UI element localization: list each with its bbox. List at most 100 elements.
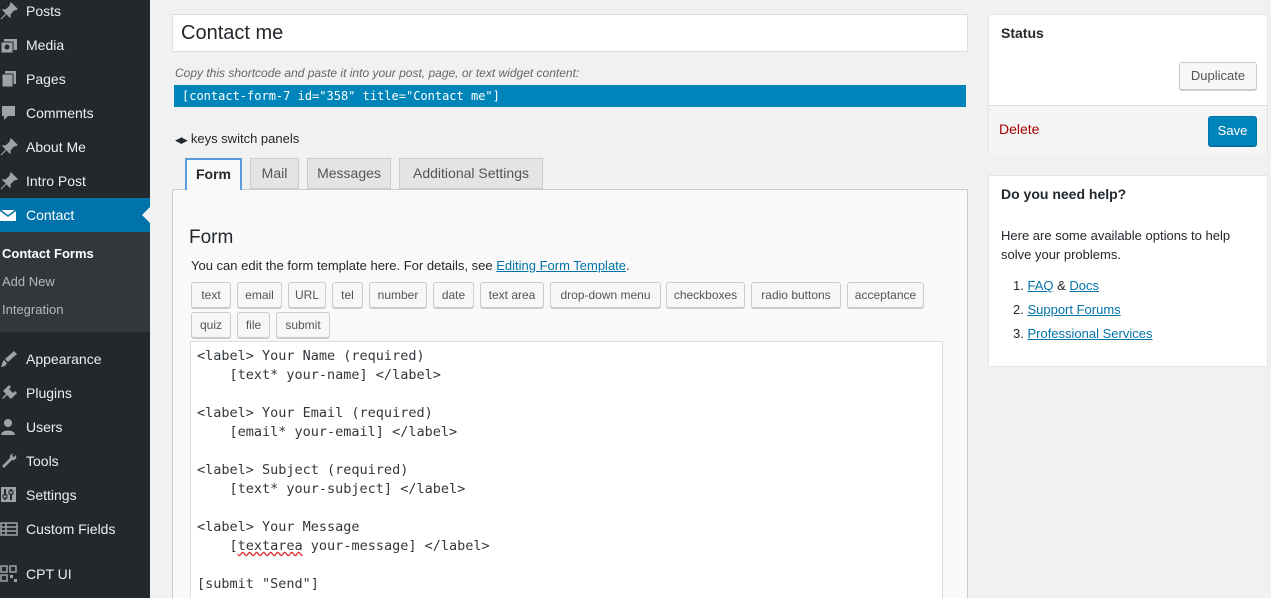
code-line: <label> Your Message [197,519,360,535]
form-title-input[interactable]: Contact me [172,14,968,52]
media-icon [0,39,17,54]
envelope-icon [0,209,17,221]
tag-button-number[interactable]: number [369,282,427,308]
menu-item-appearance[interactable]: Appearance [0,342,150,376]
status-title: Status [1001,25,1044,41]
menu-item-custom-fields[interactable]: Custom Fields [0,512,150,546]
menu-label: Intro Post [26,173,86,189]
code-line: [text* your-subject] </label> [197,481,466,497]
editing-form-template-link[interactable]: Editing Form Template [496,258,626,273]
tag-button-text[interactable]: text [191,282,231,308]
list-number: 1. [1013,278,1024,293]
submenu-contact-forms[interactable]: Contact Forms [2,246,94,262]
duplicate-button[interactable]: Duplicate [1179,62,1257,90]
menu-label: Media [26,37,65,53]
code-line: [submit "Send"] [197,576,319,592]
panel-heading: Form [189,227,234,248]
faq-link[interactable]: FAQ [1027,278,1053,293]
tag-button-file[interactable]: file [237,312,270,338]
docs-link[interactable]: Docs [1069,278,1099,293]
menu-item-media[interactable]: Media [0,28,150,62]
code-line: <label> Your Email (required) [197,405,433,421]
menu-label: Settings [26,487,77,503]
submenu-add-new[interactable]: Add New [2,274,55,290]
list-number: 2. [1013,302,1024,317]
paintbrush-icon [1,351,17,367]
pushpin-icon [0,172,18,190]
help-item-faq-docs: 1. FAQ & Docs [1013,278,1099,293]
table-icon [0,522,18,536]
save-button[interactable]: Save [1208,116,1257,146]
tab-mail[interactable]: Mail [250,158,299,189]
admin-sidebar: Posts Media Pages Comments About Me Intr… [0,0,150,598]
menu-item-pages[interactable]: Pages [0,62,150,96]
tab-additional-settings[interactable]: Additional Settings [399,158,543,189]
help-box: Do you need help? Here are some availabl… [988,175,1268,367]
code-line: [textarea your-message] </label> [197,538,490,554]
user-icon [1,419,15,435]
spellcheck-underline: textarea [237,538,303,554]
menu-item-users[interactable]: Users [0,410,150,444]
left-right-arrows-icon: ◀▶ [175,135,188,145]
delete-link[interactable]: Delete [999,121,1039,137]
menu-label: Contact [26,207,75,223]
tag-button-drop-down-menu[interactable]: drop-down menu [550,282,661,308]
form-template-editor[interactable]: <label> Your Name (required) [text* your… [190,341,943,598]
comment-icon [2,106,15,120]
tag-button-radio-buttons[interactable]: radio buttons [751,282,841,308]
keys-hint-text: keys switch panels [190,131,300,146]
submenu-integration[interactable]: Integration [2,302,63,318]
pushpin-icon [0,138,18,156]
panel-description: You can edit the form template here. For… [191,258,630,273]
menu-item-plugins[interactable]: Plugins [0,376,150,410]
wrench-icon [2,453,17,468]
menu-item-intro-post[interactable]: Intro Post [0,164,150,198]
code-line: [text* your-name] </label> [197,367,441,383]
menu-item-posts[interactable]: Posts [0,0,150,28]
menu-item-contact[interactable]: Contact [0,198,150,232]
tab-messages[interactable]: Messages [307,158,391,189]
help-item-professional-services: 3. Professional Services [1013,326,1152,341]
support-forums-link[interactable]: Support Forums [1027,302,1120,317]
panel-description-text: You can edit the form template here. For… [191,258,497,273]
tag-button-quiz[interactable]: quiz [191,312,231,338]
tag-button-date[interactable]: date [433,282,474,308]
professional-services-link[interactable]: Professional Services [1027,326,1152,341]
menu-item-tools[interactable]: Tools [0,444,150,478]
menu-label: Comments [26,105,94,121]
list-number: 3. [1013,326,1024,341]
help-title: Do you need help? [1001,186,1127,202]
contact-submenu: Contact Forms Add New Integration [0,232,150,332]
tag-button-email[interactable]: email [237,282,282,308]
menu-item-about-me[interactable]: About Me [0,130,150,164]
tag-button-url[interactable]: URL [288,282,326,308]
keys-hint: ◀▶ keys switch panels [175,131,299,146]
menu-label: Plugins [26,385,72,401]
menu-label: Users [26,419,63,435]
menu-item-comments[interactable]: Comments [0,96,150,130]
menu-label: Custom Fields [26,521,116,537]
status-box: Status Duplicate Delete Save [988,14,1268,154]
code-line: <label> Your Name (required) [197,348,425,364]
tag-button-tel[interactable]: tel [332,282,363,308]
code-line: <label> Subject (required) [197,462,409,478]
tag-button-checkboxes[interactable]: checkboxes [666,282,745,308]
tab-form[interactable]: Form [185,158,242,190]
menu-label: Appearance [26,351,102,367]
pages-icon [1,71,16,88]
tag-button-text-area[interactable]: text area [480,282,544,308]
pushpin-icon [0,2,18,20]
tag-button-submit[interactable]: submit [276,312,330,338]
menu-item-settings[interactable]: Settings [0,478,150,512]
tag-button-acceptance[interactable]: acceptance [847,282,924,308]
shortcode-field[interactable]: [contact-form-7 id="358" title="Contact … [174,85,966,107]
menu-label: Posts [26,3,62,19]
menu-label: Pages [26,71,66,87]
menu-item-cpt-ui[interactable]: CPT UI [0,557,150,591]
help-intro: Here are some available options to help … [1001,228,1231,262]
settings-icon [1,487,16,502]
